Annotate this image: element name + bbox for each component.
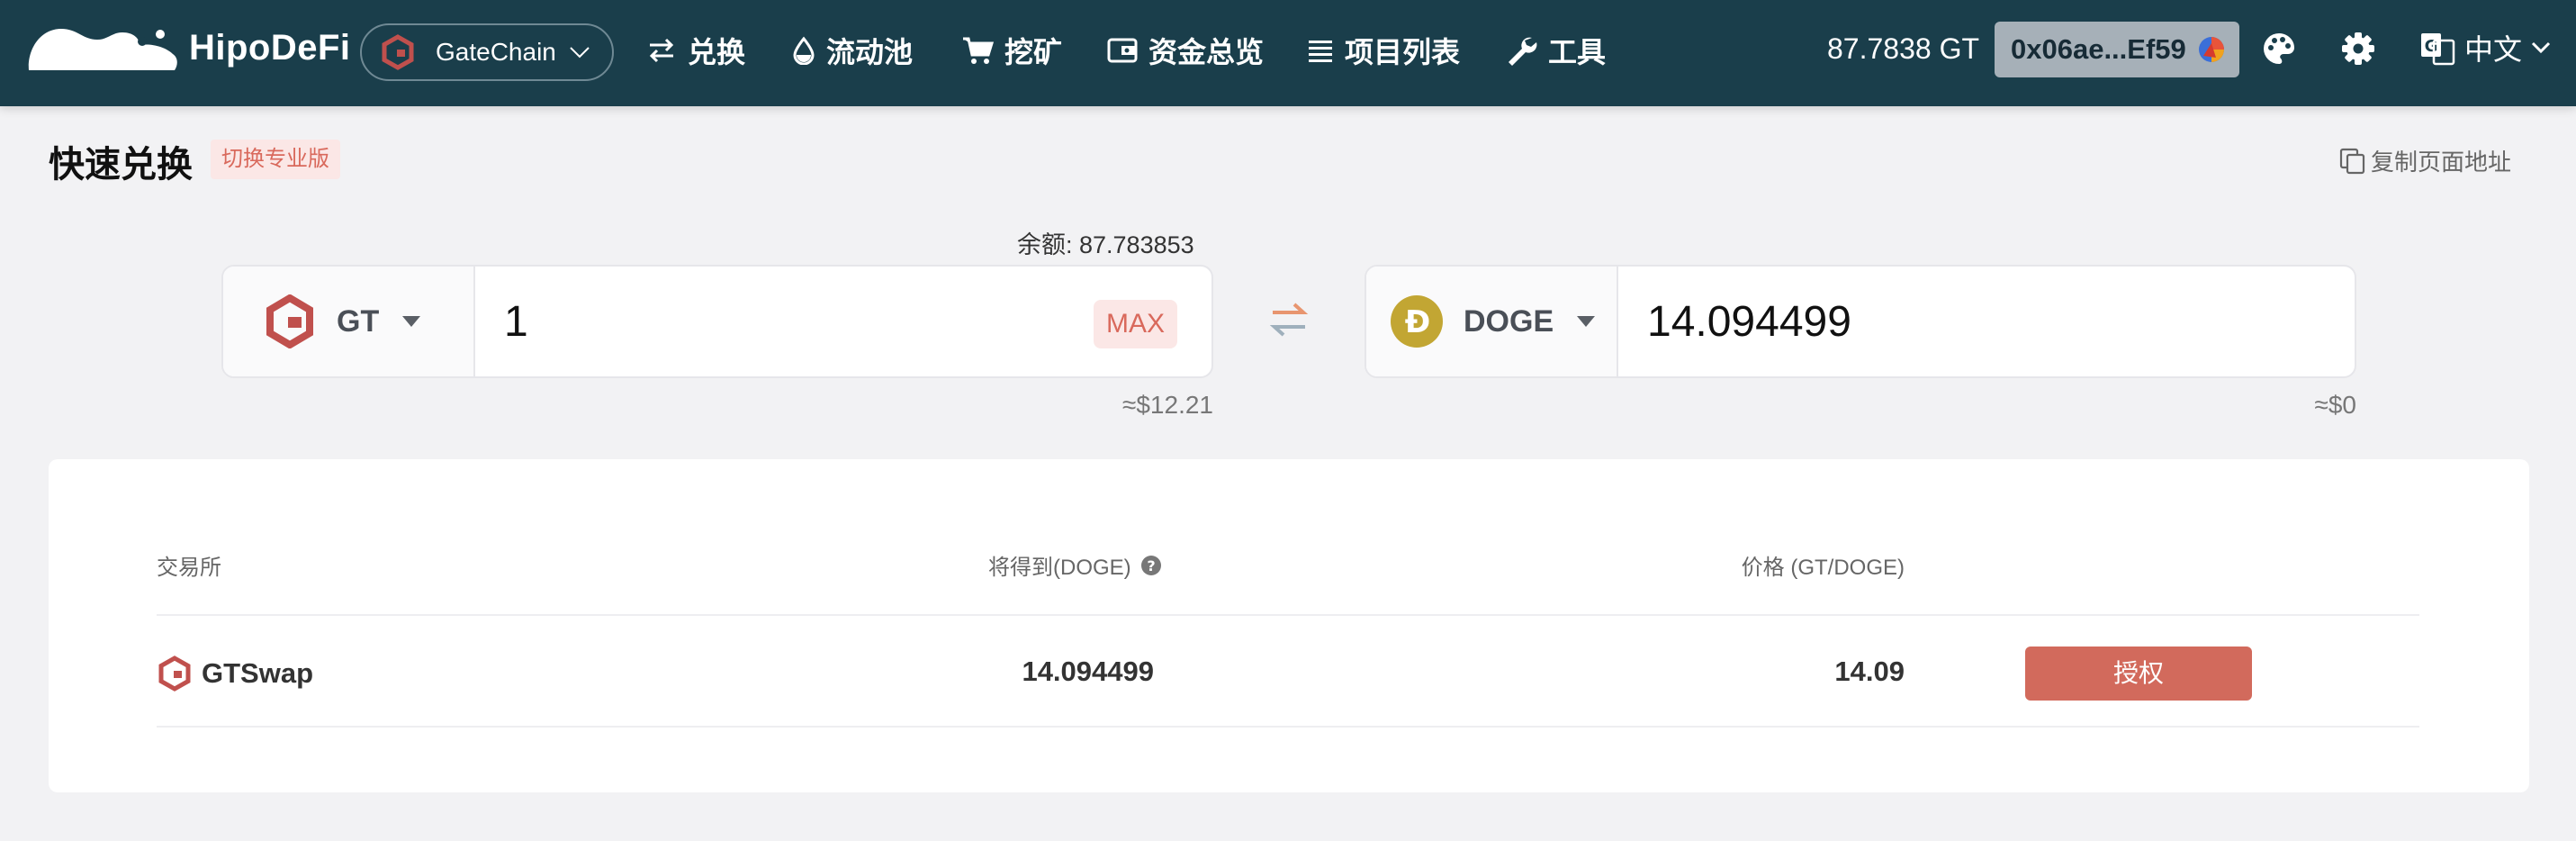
brand-name: HipoDeFi — [189, 27, 351, 68]
nav-liquidity-label: 流动池 — [826, 36, 914, 68]
quote-receive-amount: 14.094499 — [1022, 656, 1154, 687]
caret-down-icon — [402, 316, 421, 327]
swap-arrows-icon — [649, 38, 674, 63]
list-icon — [1309, 41, 1332, 62]
wallet-address: 0x06ae...Ef59 — [2011, 33, 2186, 65]
wallet-address-button[interactable]: 0x06ae...Ef59 — [1995, 22, 2239, 77]
nav-projects[interactable]: 项目列表 — [1307, 25, 1460, 76]
language-selector[interactable]: G 中文 — [2419, 27, 2551, 68]
nav-swap[interactable]: 兑换 — [646, 25, 745, 76]
gear-icon[interactable] — [2340, 31, 2376, 67]
doge-token-icon: Ð — [1391, 295, 1443, 348]
chevron-down-icon — [2531, 41, 2551, 54]
to-token-symbol: DOGE — [1464, 303, 1554, 339]
chain-selector[interactable]: GateChain — [360, 23, 614, 81]
quote-exchange-name: GTSwap — [202, 657, 314, 689]
cart-icon — [963, 37, 994, 64]
nav-liquidity[interactable]: 流动池 — [792, 25, 913, 76]
nav-swap-label: 兑换 — [688, 36, 746, 68]
gt-token-icon — [266, 294, 313, 348]
language-label: 中文 — [2464, 33, 2523, 66]
chain-name: GateChain — [436, 38, 556, 66]
nav-mining[interactable]: 挖矿 — [961, 25, 1062, 76]
switch-pro-button[interactable]: 切换专业版 — [211, 140, 340, 179]
nav-projects-label: 项目列表 — [1345, 36, 1461, 68]
to-token-selector[interactable]: Ð DOGE — [1366, 267, 1618, 376]
page-title: 快速兑换 — [49, 145, 193, 185]
help-icon[interactable]: ? — [1140, 555, 1162, 576]
copy-icon — [2339, 148, 2365, 174]
approve-button[interactable]: 授权 — [2025, 647, 2252, 701]
gtswap-icon — [158, 656, 191, 692]
nav-tools[interactable]: 工具 — [1505, 25, 1606, 76]
from-usd-value: ≈$12.21 — [1121, 391, 1213, 419]
palette-icon[interactable] — [2261, 31, 2297, 67]
brand-logo[interactable]: HipoDeFi — [25, 23, 351, 72]
to-amount-input[interactable] — [1618, 267, 2355, 376]
from-token-selector[interactable]: GT — [223, 267, 475, 376]
table-divider — [157, 726, 2419, 728]
top-navbar: HipoDeFi GateChain 兑换 流动池 挖矿 资金总览 项目列表 工… — [0, 0, 2576, 106]
copy-page-link[interactable]: 复制页面地址 — [2338, 144, 2511, 177]
gatechain-icon — [382, 34, 414, 70]
svg-text:Ð: Ð — [1405, 304, 1431, 340]
copy-link-label: 复制页面地址 — [2371, 149, 2512, 176]
quote-price: 14.09 — [1834, 656, 1905, 687]
header-exchange: 交易所 — [157, 556, 221, 580]
header-price: 价格 (GT/DOGE) — [1741, 556, 1905, 580]
chevron-down-icon — [570, 47, 590, 59]
caret-down-icon — [1577, 316, 1596, 327]
nav-tools-label: 工具 — [1548, 36, 1607, 68]
nav-assets-label: 资金总览 — [1148, 36, 1265, 68]
to-token-box: Ð DOGE — [1365, 265, 2356, 378]
wrench-icon — [1509, 37, 1537, 66]
to-usd-value: ≈$0 — [2314, 391, 2356, 419]
droplet-icon — [793, 36, 815, 65]
swap-direction-icon[interactable] — [1269, 297, 1309, 342]
quotes-card: 交易所 将得到(DOGE) ? 价格 (GT/DOGE) GTSwap 14.0… — [49, 459, 2529, 792]
account-balance: 87.7838 GT — [1827, 32, 1979, 65]
header-receive: 将得到(DOGE) ? — [988, 549, 1162, 581]
nav-assets[interactable]: 资金总览 — [1107, 25, 1264, 76]
wallet-icon — [1107, 38, 1138, 63]
header-receive-label: 将得到(DOGE) — [988, 556, 1131, 580]
svg-text:?: ? — [1147, 557, 1155, 574]
from-token-box: GT MAX — [221, 265, 1213, 378]
from-token-symbol: GT — [337, 303, 380, 339]
nav-mining-label: 挖矿 — [1004, 36, 1063, 68]
from-balance: 余额: 87.783853 — [1017, 231, 1194, 258]
hippo-logo-icon — [28, 29, 177, 70]
translate-icon: G — [2421, 33, 2455, 66]
max-button[interactable]: MAX — [1093, 300, 1177, 348]
table-divider — [157, 614, 2419, 616]
quote-exchange-cell: GTSwap — [157, 656, 313, 692]
wallet-avatar-icon — [2199, 37, 2224, 62]
